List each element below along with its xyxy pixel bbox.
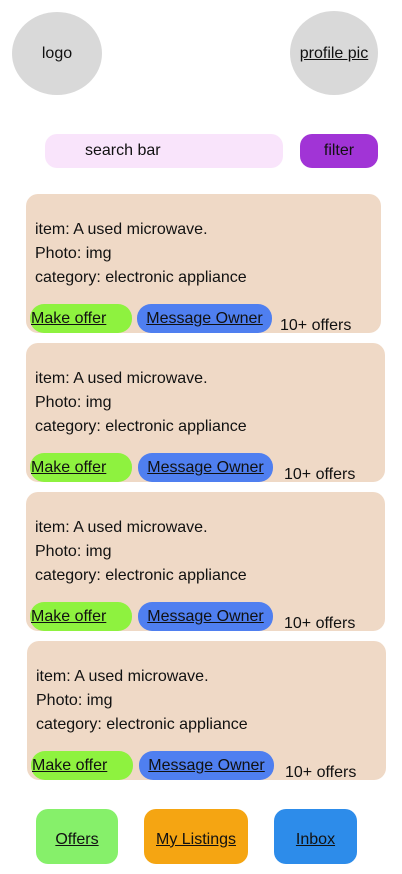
message-owner-button[interactable]: Message Owner: [139, 751, 274, 780]
nav-inbox-button[interactable]: Inbox: [274, 809, 357, 864]
listing-card: item: A used microwave. Photo: img categ…: [26, 194, 381, 334]
listing-category: category: electronic appliance: [35, 418, 247, 435]
offers-count: 10+ offers: [284, 615, 356, 632]
listing-details: item: A used microwave. Photo: img categ…: [36, 665, 248, 737]
listing-item: item: A used microwave.: [36, 668, 209, 685]
listing-details: item: A used microwave. Photo: img categ…: [35, 367, 247, 439]
logo-label: logo: [41, 44, 73, 62]
listing-photo: Photo: img: [35, 543, 112, 560]
listing-card: item: A used microwave. Photo: img categ…: [26, 492, 385, 632]
listing-category: category: electronic appliance: [35, 269, 247, 286]
listing-category: category: electronic appliance: [36, 716, 248, 733]
search-input[interactable]: search bar: [45, 134, 283, 168]
listing-photo: Photo: img: [35, 245, 112, 262]
offers-count: 10+ offers: [284, 466, 356, 483]
offers-count: 10+ offers: [280, 317, 352, 334]
listing-item: item: A used microwave.: [35, 519, 208, 536]
make-offer-button[interactable]: Make offer: [30, 453, 132, 482]
message-owner-button[interactable]: Message Owner: [137, 304, 272, 333]
nav-my-listings-button[interactable]: My Listings: [144, 809, 248, 864]
filter-label: filter: [323, 142, 355, 159]
listing-card: item: A used microwave. Photo: img categ…: [26, 343, 385, 483]
listing-category: category: electronic appliance: [35, 567, 247, 584]
listing-item: item: A used microwave.: [35, 370, 208, 387]
listing-details: item: A used microwave. Photo: img categ…: [35, 516, 247, 588]
profile-pic[interactable]: profile pic: [290, 11, 378, 95]
listing-photo: Photo: img: [35, 394, 112, 411]
filter-button[interactable]: filter: [300, 134, 378, 168]
offers-count: 10+ offers: [285, 764, 357, 781]
logo: logo: [12, 12, 102, 95]
search-placeholder: search bar: [85, 142, 161, 159]
make-offer-button[interactable]: Make offer: [31, 751, 133, 780]
listing-item: item: A used microwave.: [35, 221, 208, 238]
message-owner-button[interactable]: Message Owner: [138, 602, 273, 631]
make-offer-button[interactable]: Make offer: [30, 304, 132, 333]
nav-offers-button[interactable]: Offers: [36, 809, 118, 864]
listing-details: item: A used microwave. Photo: img categ…: [35, 218, 247, 290]
message-owner-button[interactable]: Message Owner: [138, 453, 273, 482]
listing-card: item: A used microwave. Photo: img categ…: [27, 641, 386, 781]
make-offer-button[interactable]: Make offer: [30, 602, 132, 631]
profile-pic-label: profile pic: [299, 45, 369, 62]
listing-photo: Photo: img: [36, 692, 113, 709]
